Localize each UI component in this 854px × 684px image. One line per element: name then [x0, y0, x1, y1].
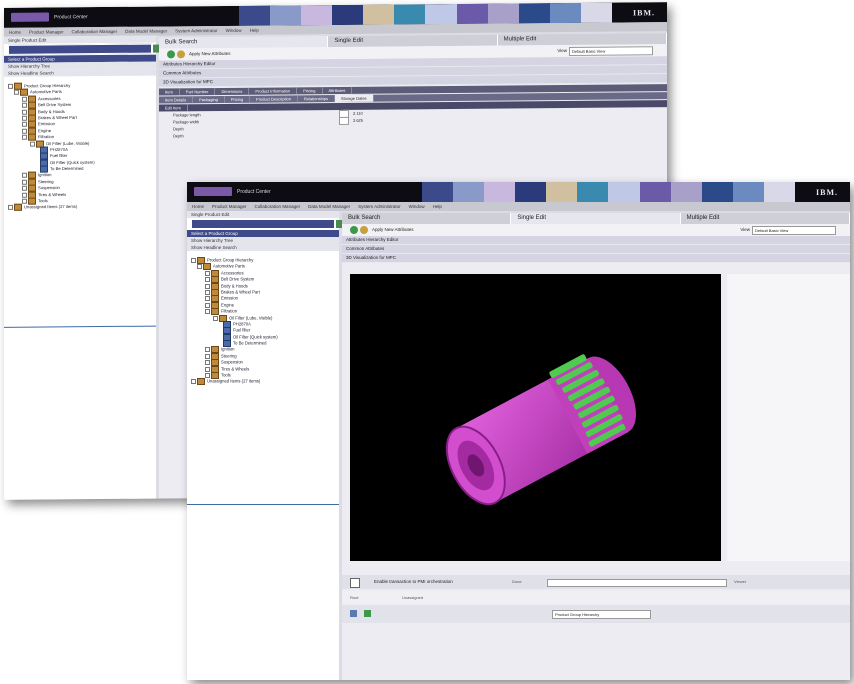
- show-headline-search[interactable]: Show Headline Search: [187, 244, 339, 251]
- toolbar: Apply New Attributes View Default Basic …: [342, 224, 850, 236]
- go-icon[interactable]: [364, 610, 371, 617]
- menu-product-manager[interactable]: Product Manager: [212, 204, 247, 209]
- tab-attributes[interactable]: Attributes: [322, 86, 353, 95]
- status-text: Enable transaction to PMI orchestration: [374, 579, 453, 584]
- attributes-icon[interactable]: [177, 50, 185, 59]
- ibm-logo: IBM.: [633, 8, 655, 18]
- product-title: Product Center: [54, 14, 88, 21]
- menu-window[interactable]: Window: [409, 204, 425, 209]
- tab-dimensions[interactable]: Dimensions: [215, 87, 250, 96]
- title-banner-image: [422, 182, 795, 202]
- brand-logo: [11, 12, 49, 22]
- menu-collaboration-manager[interactable]: Collaboration Manager: [72, 29, 118, 34]
- tab-relationships[interactable]: Relationships: [297, 95, 335, 103]
- tab-product-description[interactable]: Product Description: [250, 95, 298, 103]
- tree-divider: [4, 325, 156, 328]
- show-headline-search[interactable]: Show Headline Search: [4, 68, 156, 77]
- left-header: Single Product Edit: [4, 35, 156, 44]
- tree-node[interactable]: Unassigned Items (27 items): [187, 378, 337, 386]
- toolbar-label: Apply New Attributes: [372, 227, 414, 232]
- ibm-logo: IBM.: [816, 188, 838, 197]
- edit-tabs: Bulk Search Single Edit Multiple Edit: [342, 213, 850, 224]
- menu-home[interactable]: Home: [9, 30, 21, 35]
- left-panel: Single Product Edit Select a Product Gro…: [187, 211, 344, 680]
- tab-product-information[interactable]: Product Information: [249, 87, 298, 95]
- bottom-toolbar: Product Group Hierarchy: [342, 605, 850, 623]
- product-group-combo[interactable]: [191, 219, 344, 229]
- bottom-root[interactable]: Root: [350, 595, 358, 600]
- tab-bulk-search[interactable]: Bulk Search: [342, 213, 512, 224]
- enable-checkbox[interactable]: [350, 578, 360, 588]
- menu-data-model-manager[interactable]: Data Model Manager: [308, 204, 350, 209]
- tab-part-number[interactable]: Part Number: [179, 88, 216, 96]
- front-window: Product Center IBM. Home Product Manager…: [187, 182, 850, 680]
- tab-multiple-edit[interactable]: Multiple Edit: [680, 213, 850, 224]
- menu-bar: Home Product Manager Collaboration Manag…: [187, 202, 850, 211]
- menu-help[interactable]: Help: [250, 28, 259, 33]
- menu-product-manager[interactable]: Product Manager: [29, 29, 64, 34]
- menu-system-administrator[interactable]: System Administrator: [358, 204, 401, 209]
- view-select[interactable]: Default Basic View: [752, 226, 836, 235]
- tab-item[interactable]: Item: [159, 88, 180, 96]
- view-select[interactable]: Default Basic View: [569, 46, 653, 56]
- brand-logo: [194, 187, 232, 196]
- tab-pricing[interactable]: Pricing: [297, 87, 323, 95]
- hierarchy-tree: Product Group Hierarchy Automotive Parts…: [187, 257, 337, 386]
- menu-window[interactable]: Window: [226, 28, 242, 33]
- title-bar: Product Center IBM.: [187, 182, 850, 202]
- menu-help[interactable]: Help: [433, 204, 442, 209]
- menu-home[interactable]: Home: [192, 204, 204, 209]
- status-right: Viewer: [734, 579, 747, 584]
- folder-icon: [197, 378, 205, 386]
- tree-node[interactable]: Unassigned Items (27 items): [4, 203, 154, 212]
- menu-data-model-manager[interactable]: Data Model Manager: [125, 28, 167, 33]
- tab-single-edit[interactable]: Single Edit: [511, 213, 681, 224]
- status-done: Done: [512, 579, 522, 584]
- hierarchy-selector[interactable]: Select a Product Group: [187, 230, 339, 237]
- folder-icon: [14, 204, 22, 212]
- refresh-icon[interactable]: [350, 226, 358, 234]
- attributes-icon[interactable]: [360, 226, 368, 234]
- tab-packaging[interactable]: Packaging: [193, 95, 225, 104]
- hierarchy-dropdown[interactable]: Product Group Hierarchy: [552, 610, 651, 619]
- tab-storage-dates[interactable]: Storage Dates: [334, 94, 374, 103]
- tab-item-details[interactable]: Item Details: [159, 96, 194, 104]
- view-label: View: [740, 227, 750, 232]
- nav-icon[interactable]: [350, 610, 357, 617]
- menu-system-administrator[interactable]: System Administrator: [175, 28, 218, 33]
- menu-collaboration-manager[interactable]: Collaboration Manager: [255, 204, 301, 209]
- section-3d-visualization[interactable]: 3D Visualization for MPC: [342, 254, 850, 263]
- 3d-viewer[interactable]: [350, 274, 721, 561]
- view-label: View: [557, 47, 567, 54]
- status-row: Enable transaction to PMI orchestration …: [342, 575, 850, 589]
- show-hierarchy-tree[interactable]: Show Hierarchy Tree: [187, 237, 339, 244]
- left-header: Single Product Edit: [187, 211, 339, 218]
- section-attributes-hierarchy[interactable]: Attributes Hierarchy Editor: [342, 236, 850, 245]
- bottom-extra[interactable]: Unassigned: [402, 595, 423, 600]
- toolbar-label: Apply New Attributes: [189, 50, 231, 57]
- product-group-combo[interactable]: [8, 43, 161, 55]
- refresh-icon[interactable]: [167, 50, 175, 59]
- bottom-nav: Root Unassigned: [342, 591, 850, 604]
- product-title: Product Center: [237, 189, 271, 195]
- tab-pricing-2[interactable]: Pricing: [224, 95, 251, 103]
- viewer-side-pane: [727, 274, 850, 561]
- filter-3d-model[interactable]: [350, 274, 721, 561]
- left-panel: Single Product Edit Select a Product Gro…: [4, 35, 161, 500]
- section-common-attributes[interactable]: Common Attributes: [342, 245, 850, 254]
- tree-divider: [187, 504, 339, 505]
- main-panel: Bulk Search Single Edit Multiple Edit Ap…: [342, 213, 850, 680]
- progress-bar: [547, 579, 727, 587]
- hierarchy-tree: Product Group Hierarchy Automotive Parts…: [4, 82, 154, 212]
